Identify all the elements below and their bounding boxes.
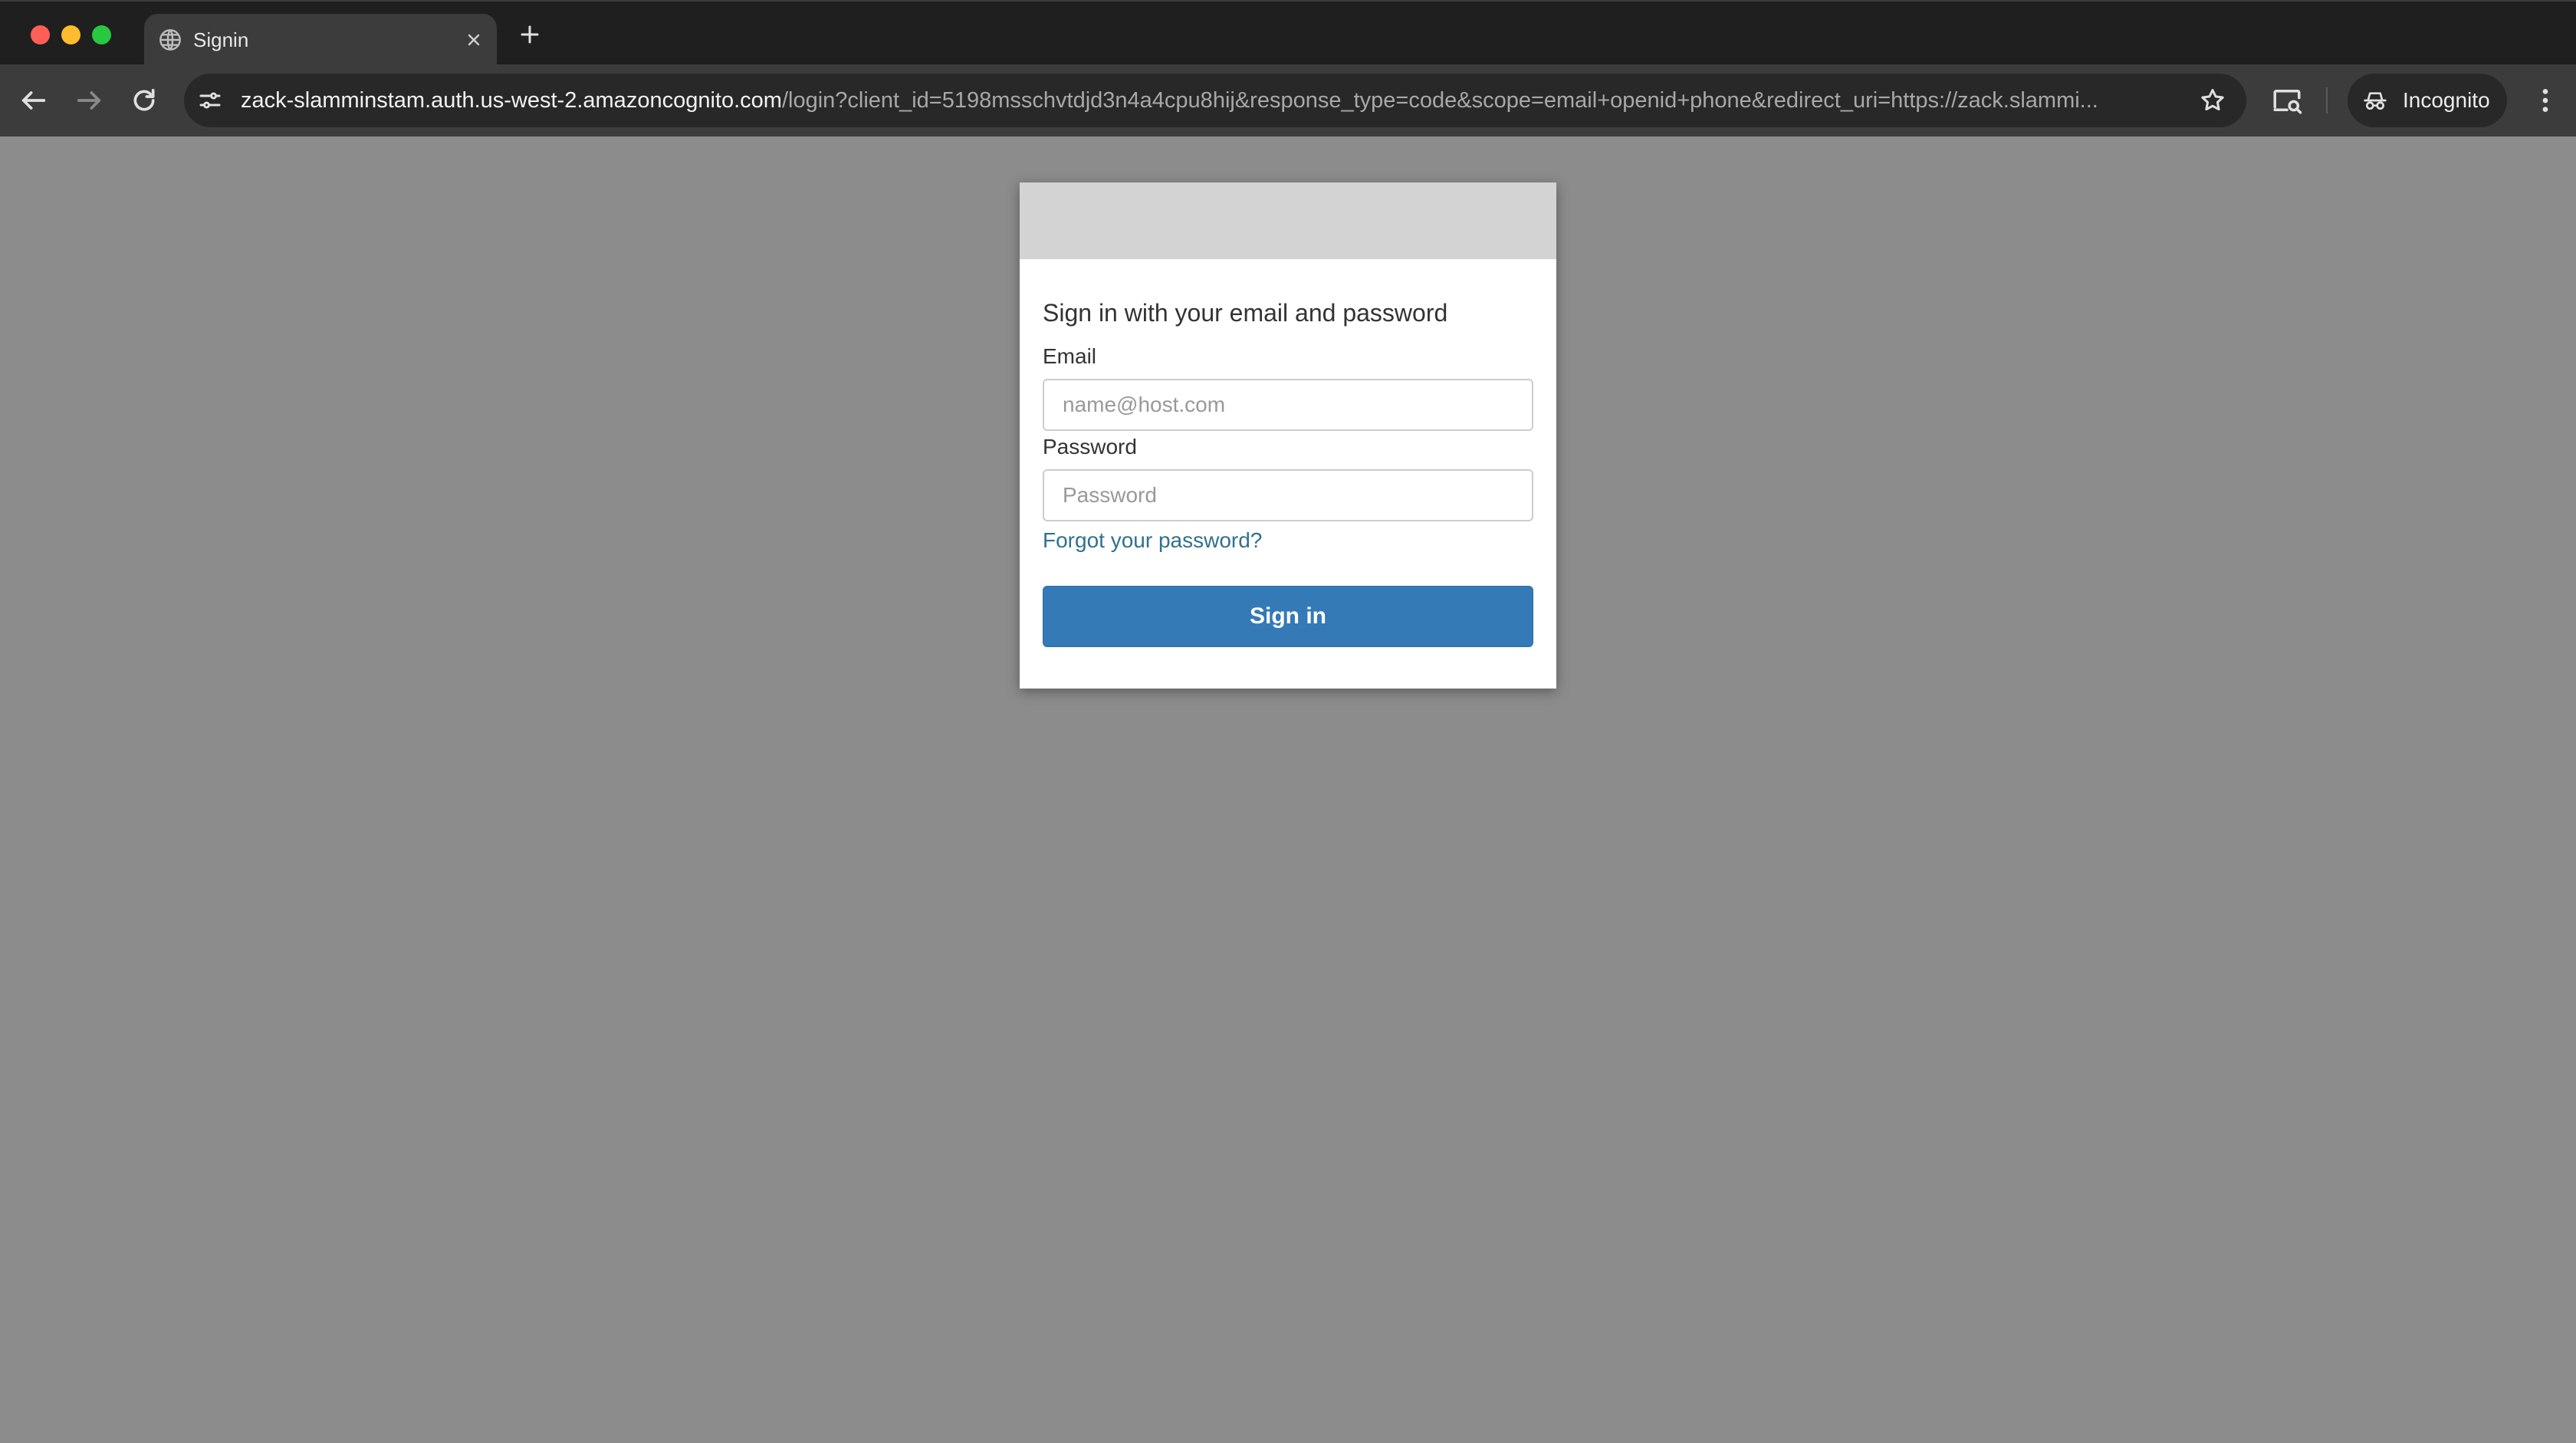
new-tab-icon[interactable] xyxy=(518,23,541,46)
reload-icon[interactable] xyxy=(129,85,159,116)
sign-in-button[interactable]: Sign in xyxy=(1043,586,1533,647)
arrow-left-icon[interactable] xyxy=(18,85,49,116)
url-text[interactable]: zack-slamminstam.auth.us-west-2.amazonco… xyxy=(241,74,2170,127)
window-close-button[interactable] xyxy=(31,25,50,44)
address-bar[interactable]: zack-slamminstam.auth.us-west-2.amazonco… xyxy=(184,74,2246,127)
page-viewport: Sign in with your email and password Ema… xyxy=(0,136,2576,1443)
forgot-password-link[interactable]: Forgot your password? xyxy=(1043,528,1262,554)
email-label: Email xyxy=(1043,344,1097,368)
more-vertical-icon[interactable] xyxy=(2530,84,2561,117)
signin-heading: Sign in with your email and password xyxy=(1043,299,1448,327)
signin-form: Sign in with your email and password Ema… xyxy=(1020,297,1556,647)
close-tab-icon[interactable] xyxy=(465,31,483,49)
password-field[interactable] xyxy=(1043,469,1533,521)
url-path: /login?client_id=5198msschvtdjd3n4a4cpu8… xyxy=(781,88,2098,113)
password-label: Password xyxy=(1043,435,1137,459)
window-maximize-button[interactable] xyxy=(92,25,111,44)
signin-card: Sign in with your email and password Ema… xyxy=(1020,182,1556,689)
tab-strip: Signin xyxy=(0,0,2576,66)
url-host: zack-slamminstam.auth.us-west-2.amazonco… xyxy=(241,88,782,113)
arrow-right-icon[interactable] xyxy=(74,85,104,116)
browser-toolbar: zack-slamminstam.auth.us-west-2.amazonco… xyxy=(0,64,2576,136)
email-field[interactable] xyxy=(1043,379,1533,431)
incognito-icon xyxy=(2364,92,2387,110)
tab-title: Signin xyxy=(193,28,249,51)
toolbar-divider xyxy=(2326,87,2328,113)
window-minimize-button[interactable] xyxy=(61,25,80,44)
tune-icon[interactable] xyxy=(196,87,224,114)
incognito-profile-button[interactable]: Incognito xyxy=(2348,74,2507,127)
incognito-label: Incognito xyxy=(2403,88,2490,112)
tab-signin[interactable]: Signin xyxy=(144,14,497,66)
cast-icon[interactable] xyxy=(2271,84,2303,117)
banner xyxy=(1020,182,1556,259)
globe-icon xyxy=(159,29,181,51)
star-icon[interactable] xyxy=(2199,87,2226,114)
